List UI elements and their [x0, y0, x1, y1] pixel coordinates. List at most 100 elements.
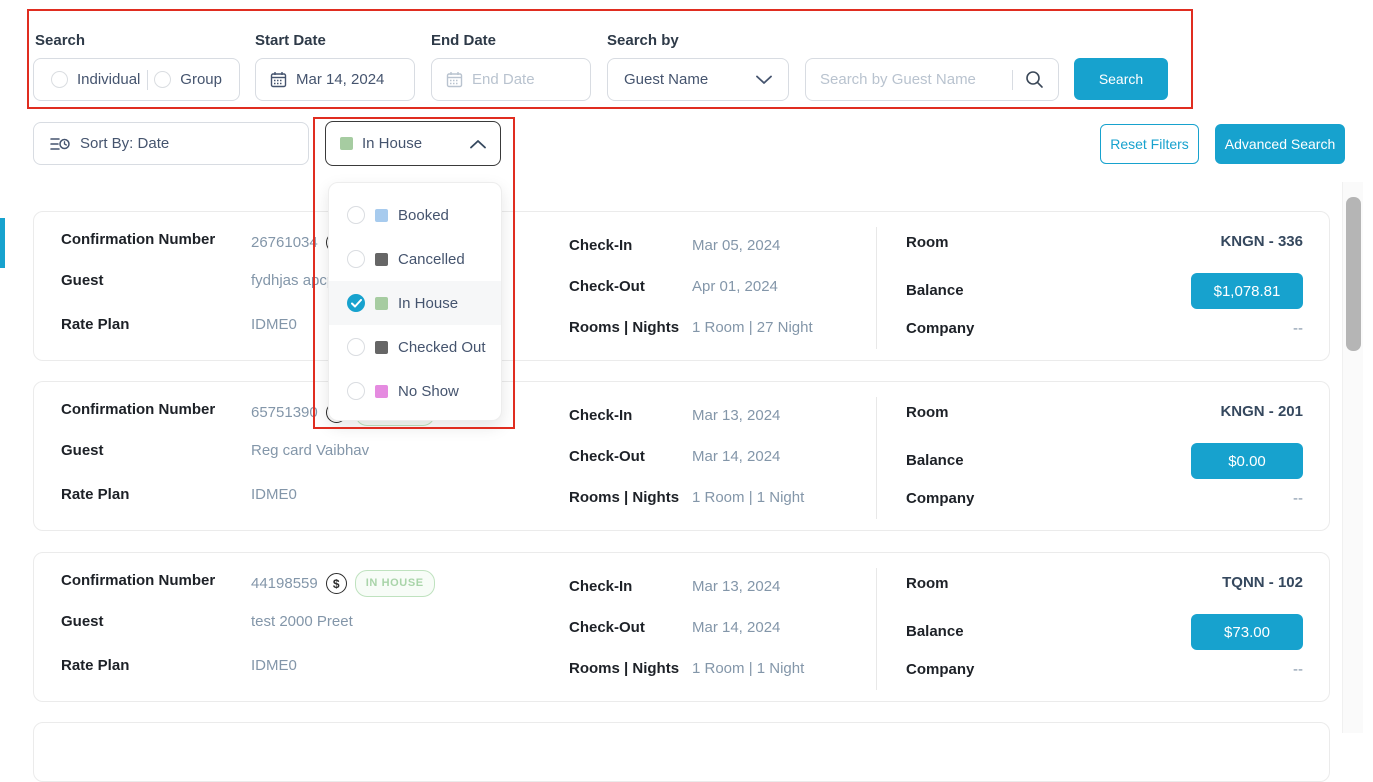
check-out-value: Mar 14, 2024 — [692, 448, 780, 466]
room-label: Room — [906, 234, 949, 252]
divider — [147, 70, 148, 90]
search-by-label: Search by — [607, 32, 679, 49]
room-value: TQNN - 102 — [1222, 574, 1303, 592]
confirmation-number-value[interactable]: 65751390 — [251, 404, 318, 422]
rate-plan-label: Rate Plan — [61, 657, 129, 675]
scrollbar-thumb[interactable] — [1346, 197, 1361, 351]
company-label: Company — [906, 490, 974, 508]
radio-circle-icon — [347, 382, 365, 400]
guest-label: Guest — [61, 272, 104, 290]
start-date-input[interactable]: Mar 14, 2024 — [255, 58, 415, 101]
end-date-input[interactable]: End Date — [431, 58, 591, 101]
rate-plan-value: IDME0 — [251, 316, 297, 334]
status-option-in-house[interactable]: In House — [329, 281, 501, 325]
chevron-up-icon — [470, 139, 486, 149]
radio-individual[interactable]: Individual — [51, 71, 140, 88]
rooms-nights-label: Rooms | Nights — [569, 489, 679, 507]
check-in-value: Mar 05, 2024 — [692, 237, 780, 255]
rooms-nights-label: Rooms | Nights — [569, 660, 679, 678]
radio-group[interactable]: Group — [154, 71, 222, 88]
confirmation-number-label: Confirmation Number — [61, 231, 215, 249]
advanced-search-button[interactable]: Advanced Search — [1215, 124, 1345, 164]
rate-plan-label: Rate Plan — [61, 316, 129, 334]
radio-circle-icon — [347, 250, 365, 268]
balance-button[interactable]: $0.00 — [1191, 443, 1303, 479]
status-option-checked-out[interactable]: Checked Out — [329, 325, 501, 369]
rooms-nights-value: 1 Room | 1 Night — [692, 660, 804, 678]
divider — [876, 568, 877, 690]
sort-by-control[interactable]: Sort By: Date — [33, 122, 309, 165]
balance-button[interactable]: $73.00 — [1191, 614, 1303, 650]
check-in-label: Check-In — [569, 407, 632, 425]
scrollbar-track[interactable] — [1342, 182, 1363, 733]
status-filter-dropdown-panel: Booked Cancelled In House Checked Out No… — [328, 182, 502, 421]
sort-by-value: Sort By: Date — [80, 135, 169, 152]
guest-search-input[interactable]: Search by Guest Name — [805, 58, 1059, 101]
company-label: Company — [906, 661, 974, 679]
search-section-label: Search — [35, 32, 85, 49]
room-label: Room — [906, 575, 949, 593]
confirmation-number-label: Confirmation Number — [61, 401, 215, 419]
reservation-card[interactable]: Confirmation Number 44198559 $ IN HOUSE … — [33, 552, 1330, 702]
room-value: KNGN - 336 — [1220, 233, 1303, 251]
rooms-nights-label: Rooms | Nights — [569, 319, 679, 337]
status-color-swatch — [375, 209, 388, 222]
divider — [1012, 70, 1013, 90]
search-button[interactable]: Search — [1074, 58, 1168, 100]
guest-label: Guest — [61, 442, 104, 460]
balance-button[interactable]: $1,078.81 — [1191, 273, 1303, 309]
confirmation-number-value[interactable]: 26761034 — [251, 234, 318, 252]
check-out-value: Apr 01, 2024 — [692, 278, 778, 296]
check-in-label: Check-In — [569, 578, 632, 596]
confirmation-number-value[interactable]: 44198559 — [251, 575, 318, 593]
check-in-value: Mar 13, 2024 — [692, 578, 780, 596]
rooms-nights-value: 1 Room | 1 Night — [692, 489, 804, 507]
end-date-label: End Date — [431, 32, 496, 49]
search-icon[interactable] — [1025, 70, 1044, 89]
radio-circle-icon — [347, 338, 365, 356]
reservation-card[interactable]: Confirmation Number 26761034 $ IN HOUSE … — [33, 211, 1330, 361]
active-card-indicator — [0, 218, 5, 268]
status-option-label: Cancelled — [398, 251, 465, 268]
status-option-cancelled[interactable]: Cancelled — [329, 237, 501, 281]
check-out-label: Check-Out — [569, 448, 645, 466]
company-value: -- — [1293, 490, 1303, 508]
calendar-icon — [270, 71, 287, 88]
guest-type-radio-group: Individual Group — [33, 58, 240, 101]
search-by-select[interactable]: Guest Name — [607, 58, 789, 101]
dollar-icon: $ — [326, 573, 347, 594]
status-option-label: In House — [398, 295, 458, 312]
status-option-booked[interactable]: Booked — [329, 193, 501, 237]
confirmation-number-row: 44198559 $ IN HOUSE — [251, 570, 435, 597]
room-label: Room — [906, 404, 949, 422]
status-option-label: Checked Out — [398, 339, 486, 356]
radio-checked-icon — [347, 294, 365, 312]
guest-search-placeholder: Search by Guest Name — [820, 71, 1012, 88]
calendar-icon — [446, 71, 463, 88]
guest-label: Guest — [61, 613, 104, 631]
company-value: -- — [1293, 661, 1303, 679]
reset-filters-button[interactable]: Reset Filters — [1100, 124, 1199, 164]
radio-circle-icon — [347, 206, 365, 224]
divider — [876, 227, 877, 349]
balance-label: Balance — [906, 452, 964, 470]
guest-value: fydhjas apcp — [251, 272, 335, 290]
check-out-label: Check-Out — [569, 619, 645, 637]
rate-plan-value: IDME0 — [251, 657, 297, 675]
reservation-card-partial — [33, 722, 1330, 782]
status-option-no-show[interactable]: No Show — [329, 369, 501, 413]
balance-label: Balance — [906, 282, 964, 300]
status-color-swatch — [340, 137, 353, 150]
status-filter-dropdown-button[interactable]: In House — [325, 121, 501, 166]
check-in-value: Mar 13, 2024 — [692, 407, 780, 425]
status-badge: IN HOUSE — [355, 570, 435, 597]
divider — [876, 397, 877, 519]
start-date-label: Start Date — [255, 32, 326, 49]
end-date-placeholder: End Date — [472, 71, 535, 88]
status-option-label: No Show — [398, 383, 459, 400]
reservation-card[interactable]: Confirmation Number 65751390 $ IN HOUSE … — [33, 381, 1330, 531]
guest-value: Reg card Vaibhav — [251, 442, 369, 460]
guest-value: test 2000 Preet — [251, 613, 353, 631]
radio-group-label: Group — [180, 71, 222, 88]
company-label: Company — [906, 320, 974, 338]
